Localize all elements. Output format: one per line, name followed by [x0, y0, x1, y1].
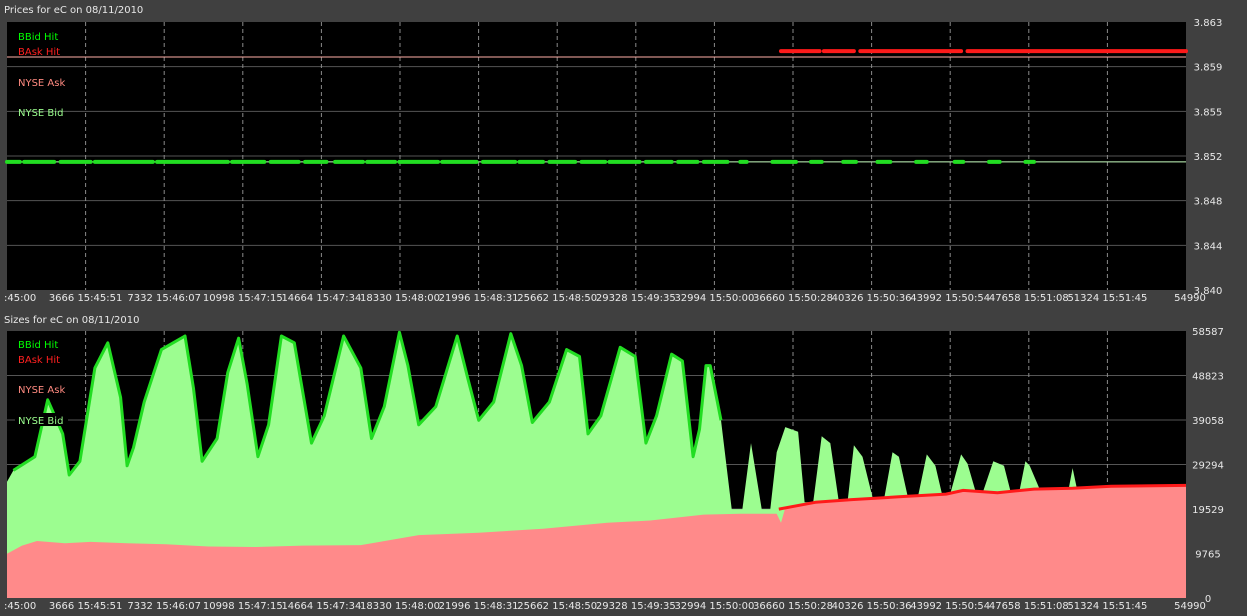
- x-tick-label: 25662 15:48:50: [517, 601, 597, 612]
- x-tick-label: 29328 15:49:35: [596, 293, 676, 304]
- chart-window: Prices for eC on 08/11/2010 BBid Hit BAs…: [0, 0, 1247, 613]
- y-tick-label: 9765: [1195, 550, 1220, 561]
- prices-panel-title: Prices for eC on 08/11/2010: [4, 5, 143, 16]
- x-tick-label: 40326 15:50:36: [832, 601, 912, 612]
- y-tick-label: 3.863: [1194, 18, 1223, 29]
- x-tick-label: 7332 15:46:07: [127, 293, 201, 304]
- x-tick-label: 36660 15:50:28: [753, 293, 833, 304]
- y-tick-label: 19529: [1192, 505, 1224, 516]
- y-tick-label: 3.859: [1194, 63, 1223, 74]
- y-tick-label: 48823: [1192, 372, 1224, 383]
- x-tick-label: 36660 15:50:28: [753, 601, 833, 612]
- legend-nyse-bid: NYSE Bid: [18, 108, 63, 119]
- legend-bask-hit: BAsk Hit: [18, 47, 60, 58]
- x-tick-label: 51324 15:51:45: [1067, 601, 1147, 612]
- legend-bbid-hit: BBid Hit: [18, 32, 58, 43]
- y-tick-label: 58587: [1192, 327, 1224, 338]
- x-tick-label: :45:00: [4, 293, 36, 304]
- x-tick-label: 3666 15:45:51: [49, 601, 123, 612]
- x-tick-label: :45:00: [4, 601, 36, 612]
- x-tick-label: 10998 15:47:15: [203, 601, 283, 612]
- prices-panel: Prices for eC on 08/11/2010 BBid Hit BAs…: [4, 5, 1222, 304]
- legend-nyse-ask: NYSE Ask: [18, 78, 65, 89]
- x-tick-label: 43992 15:50:54: [910, 601, 990, 612]
- x-tick-label: 14664 15:47:34: [281, 601, 361, 612]
- x-tick-label: 32994 15:50:00: [674, 293, 754, 304]
- y-tick-label: 3.848: [1194, 197, 1223, 208]
- y-tick-label: 29294: [1192, 461, 1224, 472]
- y-tick-label: 3.844: [1194, 241, 1223, 252]
- y-tick-label: 3.852: [1194, 152, 1223, 163]
- chart-svg: Prices for eC on 08/11/2010 BBid Hit BAs…: [0, 0, 1247, 613]
- legend-nyse-ask: NYSE Ask: [18, 385, 65, 396]
- prices-x-axis: :45:00 3666 15:45:51 7332 15:46:07 10998 15…: [4, 293, 1206, 304]
- sizes-panel: Sizes for eC on 08/11/2010 BBid Hit BAsk…: [4, 315, 1224, 612]
- x-tick-label: 3666 15:45:51: [49, 293, 123, 304]
- x-tick-label: 32994 15:50:00: [674, 601, 754, 612]
- x-tick-label: 51324 15:51:45: [1067, 293, 1147, 304]
- x-tick-label: 18330 15:48:00: [360, 601, 440, 612]
- x-tick-label: 14664 15:47:34: [281, 293, 361, 304]
- sizes-x-axis: :45:00 3666 15:45:51 7332 15:46:07 10998 15…: [4, 601, 1206, 612]
- x-tick-label: 47658 15:51:08: [989, 293, 1069, 304]
- y-tick-label: 39058: [1192, 416, 1224, 427]
- y-tick-label: 3.855: [1194, 107, 1223, 118]
- legend-nyse-bid: NYSE Bid: [18, 416, 63, 427]
- x-tick-label: 21996 15:48:31: [439, 293, 519, 304]
- x-tick-label: 29328 15:49:35: [596, 601, 676, 612]
- x-tick-label: 7332 15:46:07: [127, 601, 201, 612]
- x-tick-label: 43992 15:50:54: [910, 293, 990, 304]
- legend-bbid-hit: BBid Hit: [18, 340, 58, 351]
- x-tick-label: 40326 15:50:36: [832, 293, 912, 304]
- legend-bask-hit: BAsk Hit: [18, 355, 60, 366]
- x-tick-label: 54990: [1174, 601, 1206, 612]
- x-tick-label: 18330 15:48:00: [360, 293, 440, 304]
- x-tick-label: 47658 15:51:08: [989, 601, 1069, 612]
- x-tick-label: 21996 15:48:31: [439, 601, 519, 612]
- x-tick-label: 54990: [1174, 293, 1206, 304]
- x-tick-label: 25662 15:48:50: [517, 293, 597, 304]
- x-tick-label: 10998 15:47:15: [203, 293, 283, 304]
- sizes-panel-title: Sizes for eC on 08/11/2010: [4, 315, 139, 326]
